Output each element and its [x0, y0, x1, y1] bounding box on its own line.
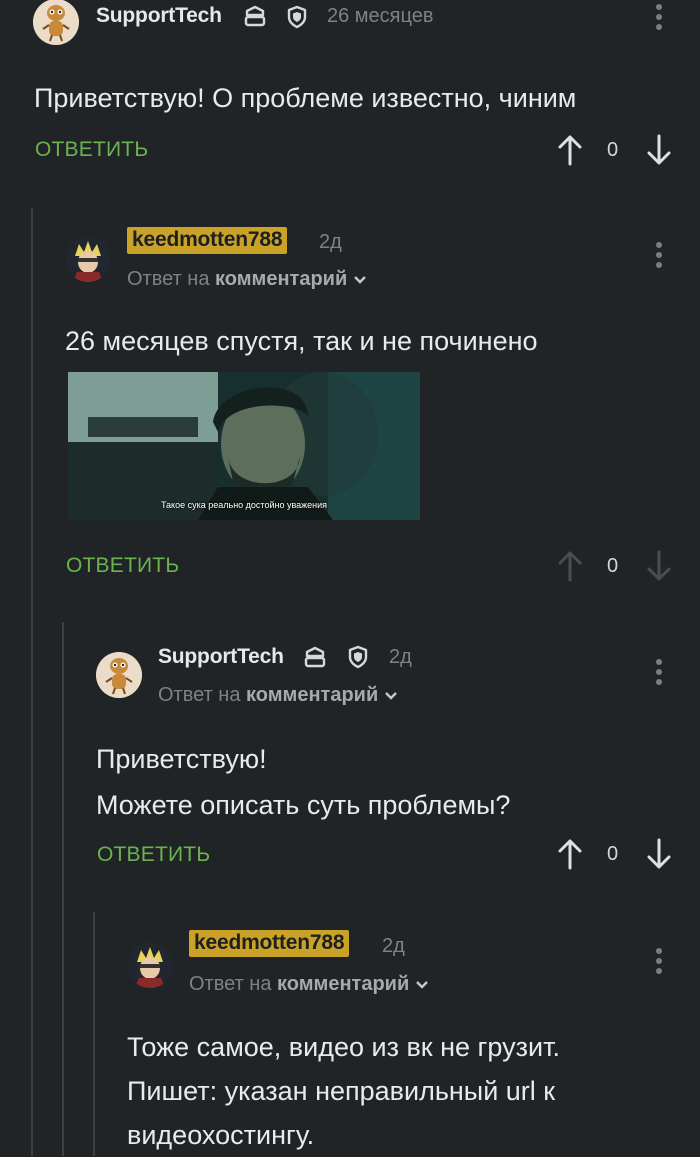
avatar[interactable]: [96, 652, 142, 698]
arrow-down-icon[interactable]: [646, 550, 672, 582]
avatar[interactable]: [65, 236, 111, 282]
arrow-down-icon[interactable]: [646, 134, 672, 166]
more-options-icon[interactable]: [654, 948, 664, 978]
comment-text: Тоже самое, видео из вк не грузит. Пишет…: [127, 1032, 560, 1150]
moderator-badge-icon: [304, 646, 326, 668]
shield-icon: [348, 645, 368, 669]
reply-button[interactable]: ОТВЕТИТЬ: [66, 554, 179, 578]
thread-line-level-1: [31, 208, 33, 1156]
reply-to[interactable]: Ответ на комментарий: [158, 684, 398, 707]
comment-time: 2д: [382, 935, 405, 957]
comment-time: 26 месяцев: [327, 5, 434, 27]
arrow-down-icon[interactable]: [646, 838, 672, 870]
comment-text: 26 месяцев спустя, так и не починено: [65, 326, 538, 356]
username[interactable]: SupportTech: [96, 4, 222, 28]
vote-count: 0: [607, 555, 619, 577]
more-options-icon[interactable]: [654, 4, 664, 34]
more-options-icon[interactable]: [654, 659, 664, 689]
vote-count: 0: [607, 843, 619, 865]
character-avatar-icon: [65, 236, 111, 282]
comment-text: Приветствую! О проблеме известно, чиним: [34, 83, 577, 113]
image-caption: Такое сука реально достойно уважения: [160, 500, 328, 510]
mascot-avatar-icon: [33, 0, 79, 45]
chevron-down-icon[interactable]: [415, 980, 429, 990]
comment-image[interactable]: Такое сука реально достойно уважения: [68, 372, 420, 520]
reply-to[interactable]: Ответ на комментарий: [127, 268, 367, 291]
arrow-up-icon[interactable]: [557, 838, 583, 870]
comment-time: 2д: [389, 646, 412, 668]
reply-target-link[interactable]: комментарий: [277, 973, 409, 995]
moderator-badge-icon: [244, 5, 266, 27]
reply-button[interactable]: ОТВЕТИТЬ: [35, 138, 148, 162]
arrow-up-icon[interactable]: [557, 134, 583, 166]
avatar[interactable]: [127, 942, 173, 988]
mascot-avatar-icon: [96, 652, 142, 698]
reply-button[interactable]: ОТВЕТИТЬ: [97, 843, 210, 867]
more-options-icon[interactable]: [654, 242, 664, 272]
comment-time: 2д: [319, 231, 342, 253]
shield-icon: [287, 5, 307, 29]
vote-count: 0: [607, 139, 619, 161]
reply-target-link[interactable]: комментарий: [246, 684, 378, 706]
avatar[interactable]: [33, 0, 79, 45]
movie-still-image: [68, 372, 420, 520]
thread-line-level-2: [62, 622, 64, 1156]
reply-to[interactable]: Ответ на комментарий: [189, 973, 429, 996]
comment-text: Приветствую! Можете описать суть проблем…: [96, 744, 511, 820]
arrow-up-icon[interactable]: [557, 550, 583, 582]
reply-target-link[interactable]: комментарий: [215, 268, 347, 290]
username[interactable]: SupportTech: [158, 645, 284, 669]
thread-line-level-3: [93, 912, 95, 1156]
chevron-down-icon[interactable]: [353, 275, 367, 285]
username[interactable]: keedmotten788: [127, 227, 288, 254]
character-avatar-icon: [127, 942, 173, 988]
chevron-down-icon[interactable]: [384, 691, 398, 701]
username[interactable]: keedmotten788: [189, 930, 350, 957]
